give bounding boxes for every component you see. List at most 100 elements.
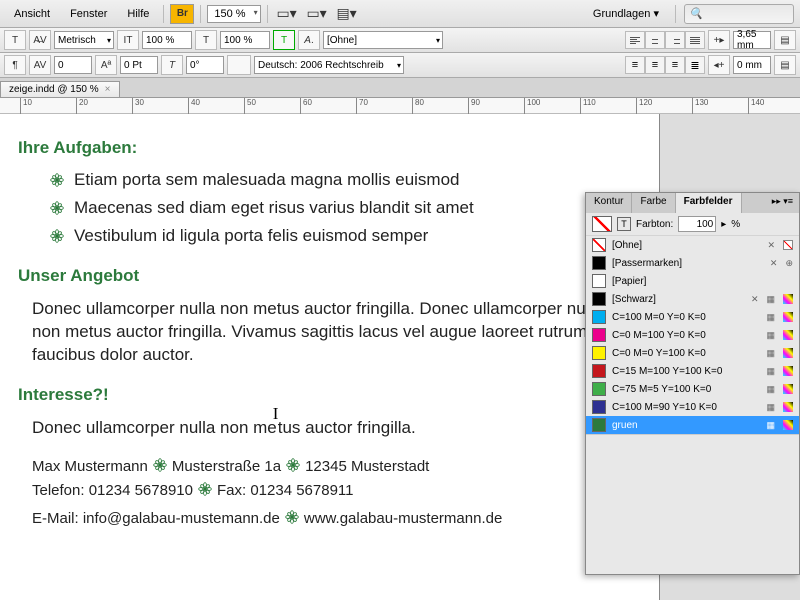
skew-input[interactable]: 0° xyxy=(186,56,224,74)
swatches-panel[interactable]: Kontur Farbe Farbfelder ▸▸ ▾≡ T Farbton:… xyxy=(585,192,800,575)
stroke-none-icon[interactable] xyxy=(227,55,251,75)
baseline-icon[interactable]: Aª xyxy=(95,55,117,75)
swatch-chip xyxy=(592,382,606,396)
baseline-input[interactable]: 0 Pt xyxy=(120,56,158,74)
tracking-input[interactable]: 0 xyxy=(54,56,92,74)
char-style-icon[interactable]: A. xyxy=(298,30,320,50)
color-mode-icon: ▦ xyxy=(766,366,775,377)
swatch-row[interactable]: C=75 M=5 Y=100 K=0▦ xyxy=(586,380,799,398)
swatch-row[interactable]: C=100 M=0 Y=0 K=0▦ xyxy=(586,308,799,326)
bullet-icon xyxy=(50,173,64,187)
swatch-list: [Ohne]✕[Passermarken]✕⊕[Papier][Schwarz]… xyxy=(586,236,799,434)
swatch-name: [Papier] xyxy=(612,276,793,287)
swatch-name: [Ohne] xyxy=(612,240,759,251)
hscale-input[interactable]: 100 % xyxy=(220,31,270,49)
swatch-chip xyxy=(592,328,606,342)
bridge-button[interactable]: Br xyxy=(170,4,194,24)
color-mode-icon: ▦ xyxy=(766,420,775,431)
panel-tabs: Kontur Farbe Farbfelder ▸▸ ▾≡ xyxy=(586,193,799,213)
language-select[interactable]: Deutsch: 2006 Rechtschreib xyxy=(254,56,404,74)
tab-color[interactable]: Farbe xyxy=(632,193,675,213)
search-input[interactable]: 🔍 xyxy=(684,4,794,24)
align-right-icon[interactable] xyxy=(665,31,685,49)
swatch-chip xyxy=(592,418,606,432)
fill-stroke-proxy[interactable] xyxy=(592,216,612,232)
swatch-row[interactable]: gruen▦ xyxy=(586,416,799,434)
justify-last-left-icon[interactable]: ≡ xyxy=(625,56,645,74)
swatch-row[interactable]: [Passermarken]✕⊕ xyxy=(586,254,799,272)
menu-window[interactable]: Fenster xyxy=(62,4,115,24)
screen-mode-icon[interactable]: ▭▾ xyxy=(274,3,300,25)
indent-right-icon[interactable]: ◂+ xyxy=(708,55,730,75)
document-tab[interactable]: zeige.indd @ 150 % × xyxy=(0,81,120,97)
arrange-icon[interactable]: ▭▾ xyxy=(304,3,330,25)
align-left-icon[interactable] xyxy=(625,31,645,49)
indent-left-icon[interactable]: +▸ xyxy=(708,30,730,50)
kerning-select[interactable]: Metrisch xyxy=(54,31,114,49)
tab-swatches[interactable]: Farbfelder xyxy=(676,193,742,213)
swatch-row[interactable]: [Papier] xyxy=(586,272,799,290)
justify-last-right-icon[interactable]: ≡ xyxy=(665,56,685,74)
vscale-input[interactable]: 100 % xyxy=(142,31,192,49)
swatch-chip xyxy=(592,274,606,288)
panel-collapse-icon[interactable]: ▸▸ ▾≡ xyxy=(766,193,799,213)
more-icon[interactable]: ▤ xyxy=(774,30,796,50)
horizontal-ruler[interactable]: 102030405060708090100110120130140 xyxy=(0,98,800,114)
swatch-row[interactable]: C=15 M=100 Y=100 K=0 ▦ xyxy=(586,362,799,380)
document-content: Ihre Aufgaben: Etiam porta sem malesuada… xyxy=(0,114,659,528)
indent-right-input[interactable]: 0 mm xyxy=(733,56,771,74)
separator-icon xyxy=(285,510,299,528)
swatch-chip xyxy=(592,292,606,306)
control-bar-2: ¶ AV 0 Aª 0 Pt T 0° Deutsch: 2006 Rechts… xyxy=(0,53,800,78)
align-center-icon[interactable] xyxy=(645,31,665,49)
list-item: Etiam porta sem malesuada magna mollis e… xyxy=(50,170,641,190)
workspace-select[interactable]: Grundlagen ▾ xyxy=(585,3,667,24)
format-text-icon[interactable]: T xyxy=(617,217,631,231)
fill-proxy-icon[interactable]: T xyxy=(273,30,295,50)
zoom-select[interactable]: 150 % xyxy=(207,5,260,23)
swatch-row[interactable]: C=0 M=0 Y=100 K=0▦ xyxy=(586,344,799,362)
justify-icon[interactable] xyxy=(685,31,705,49)
swatch-chip xyxy=(592,400,606,414)
kerning-icon[interactable]: A̶V xyxy=(29,30,51,50)
text-cursor xyxy=(277,417,278,433)
control-bar-1: T A̶V Metrisch IT 100 % T 100 % T A. [Oh… xyxy=(0,28,800,53)
skew-icon[interactable]: T xyxy=(161,55,183,75)
color-type-icon xyxy=(783,294,793,304)
justify-group: ≡ ≡ ≡ ≣ xyxy=(625,56,705,74)
color-type-icon xyxy=(783,312,793,322)
menu-view[interactable]: Ansicht xyxy=(6,4,58,24)
justify-all-icon[interactable]: ≣ xyxy=(685,56,705,74)
swatch-row[interactable]: [Schwarz]✕▦ xyxy=(586,290,799,308)
swatch-name: [Schwarz] xyxy=(612,294,743,305)
list-item: Maecenas sed diam eget risus varius blan… xyxy=(50,198,641,218)
tint-input[interactable] xyxy=(678,216,716,232)
swatch-row[interactable]: [Ohne]✕ xyxy=(586,236,799,254)
swatch-chip xyxy=(592,310,606,324)
para-format-icon[interactable]: ¶ xyxy=(4,55,26,75)
page[interactable]: Ihre Aufgaben: Etiam porta sem malesuada… xyxy=(0,114,660,600)
vscale-icon[interactable]: IT xyxy=(117,30,139,50)
contact-line-1: Max MustermannMusterstraße 1a12345 Muste… xyxy=(32,458,641,476)
char-format-icon[interactable]: T xyxy=(4,30,26,50)
swatch-row[interactable]: C=100 M=90 Y=10 K=0▦ xyxy=(586,398,799,416)
menu-help[interactable]: Hilfe xyxy=(119,4,157,24)
swatch-name: C=0 M=0 Y=100 K=0 xyxy=(612,348,758,359)
hscale-icon[interactable]: T xyxy=(195,30,217,50)
indent-left-input[interactable]: 3,65 mm xyxy=(733,31,771,49)
tab-stroke[interactable]: Kontur xyxy=(586,193,632,213)
view-options-icon[interactable]: ▤▾ xyxy=(334,3,360,25)
cant-edit-icon: ✕ xyxy=(770,258,778,269)
swatch-name: C=75 M=5 Y=100 K=0 xyxy=(612,384,758,395)
registration-icon: ⊕ xyxy=(785,258,793,269)
more2-icon[interactable]: ▤ xyxy=(774,55,796,75)
close-tab-icon[interactable]: × xyxy=(105,84,111,95)
tracking-icon[interactable]: AV xyxy=(29,55,51,75)
bullet-icon xyxy=(50,229,64,243)
swatch-row[interactable]: C=0 M=100 Y=0 K=0▦ xyxy=(586,326,799,344)
color-type-icon xyxy=(783,330,793,340)
swatch-name: C=15 M=100 Y=100 K=0 xyxy=(612,366,758,377)
justify-last-center-icon[interactable]: ≡ xyxy=(645,56,665,74)
panel-blank xyxy=(586,434,799,574)
char-style-select[interactable]: [Ohne] xyxy=(323,31,443,49)
